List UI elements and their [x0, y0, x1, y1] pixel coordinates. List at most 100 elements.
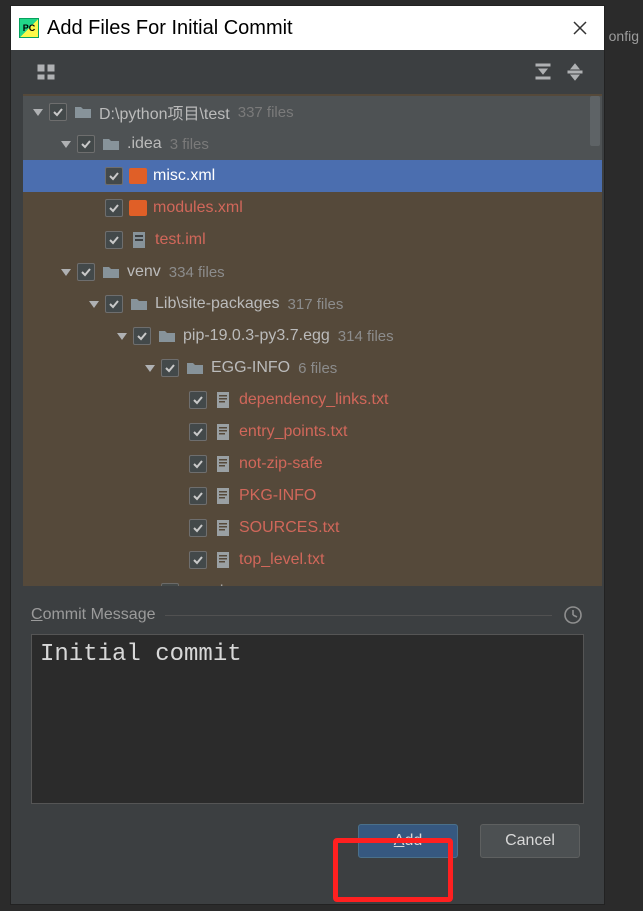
divider: [165, 615, 552, 616]
node-label: top_level.txt: [239, 551, 324, 569]
add-button[interactable]: Add: [358, 824, 458, 858]
node-label: pip-19.0.3-py3.7.egg: [183, 327, 330, 345]
folder-icon: [73, 102, 93, 122]
checkbox[interactable]: [77, 135, 95, 153]
folder-icon: [185, 582, 205, 586]
checkbox[interactable]: [161, 359, 179, 377]
checkbox[interactable]: [105, 199, 123, 217]
expand-all-icon: [534, 63, 552, 81]
tree-row[interactable]: venv 334 files: [23, 256, 602, 288]
node-label: D:\python项目\test: [99, 100, 230, 124]
node-label: SOURCES.txt: [239, 519, 339, 537]
text-file-icon: [213, 518, 233, 538]
node-label: PKG-INFO: [239, 487, 316, 505]
checkbox[interactable]: [189, 455, 207, 473]
tree-scrollbar[interactable]: [590, 96, 600, 146]
node-meta: 337 files: [238, 104, 294, 121]
iml-file-icon: [129, 230, 149, 250]
commit-message-label: Commit Message: [31, 606, 155, 624]
expand-all-button[interactable]: [530, 59, 556, 85]
checkbox[interactable]: [49, 103, 67, 121]
chevron-down-icon[interactable]: [141, 359, 159, 377]
node-meta: 3 files: [170, 136, 209, 153]
node-label: EGG-INFO: [211, 359, 290, 377]
chevron-down-icon[interactable]: [29, 103, 47, 121]
node-label: pip: [211, 583, 232, 586]
tree-row[interactable]: modules.xml: [23, 192, 602, 224]
text-file-icon: [213, 390, 233, 410]
tree-row[interactable]: .idea 3 files: [23, 128, 602, 160]
tree-row[interactable]: not-zip-safe: [23, 448, 602, 480]
tree-row[interactable]: pip 308 files: [23, 576, 602, 586]
node-label: venv: [127, 263, 161, 281]
folder-icon: [185, 358, 205, 378]
node-meta: 6 files: [298, 360, 337, 377]
node-label: entry_points.txt: [239, 423, 348, 441]
tree-row[interactable]: test.iml: [23, 224, 602, 256]
file-tree[interactable]: D:\python项目\test 337 files .idea 3 files mis…: [23, 94, 602, 586]
group-by-icon: [37, 63, 55, 81]
tree-row[interactable]: top_level.txt: [23, 544, 602, 576]
node-meta: 317 files: [288, 296, 344, 313]
checkbox[interactable]: [189, 487, 207, 505]
close-button[interactable]: [566, 14, 594, 42]
node-label: misc.xml: [153, 167, 215, 185]
checkbox[interactable]: [133, 327, 151, 345]
cancel-button[interactable]: Cancel: [480, 824, 580, 858]
commit-message-input[interactable]: [31, 634, 584, 804]
commit-message-header: Commit Message: [11, 586, 604, 634]
titlebar: PC Add Files For Initial Commit: [11, 6, 604, 50]
group-by-button[interactable]: [33, 59, 59, 85]
history-icon: [563, 605, 583, 625]
tree-row[interactable]: D:\python项目\test 337 files: [23, 96, 602, 128]
folder-icon: [101, 134, 121, 154]
text-file-icon: [213, 550, 233, 570]
text-file-icon: [213, 454, 233, 474]
node-meta: 314 files: [338, 328, 394, 345]
dialog-toolbar: [11, 50, 604, 94]
node-label: .idea: [127, 135, 162, 153]
xml-file-icon: [129, 200, 147, 216]
tree-row[interactable]: Lib\site-packages 317 files: [23, 288, 602, 320]
dialog-button-row: Add Cancel: [11, 804, 604, 876]
tree-row[interactable]: entry_points.txt: [23, 416, 602, 448]
dialog-title: Add Files For Initial Commit: [47, 17, 566, 40]
folder-icon: [129, 294, 149, 314]
node-label: not-zip-safe: [239, 455, 323, 473]
background-config-label: onfig: [609, 28, 639, 44]
tree-row[interactable]: dependency_links.txt: [23, 384, 602, 416]
checkbox[interactable]: [161, 583, 179, 586]
node-label: Lib\site-packages: [155, 295, 280, 313]
node-meta: 308 files: [240, 584, 296, 587]
chevron-down-icon[interactable]: [57, 135, 75, 153]
checkbox[interactable]: [105, 231, 123, 249]
tree-row[interactable]: EGG-INFO 6 files: [23, 352, 602, 384]
chevron-down-icon[interactable]: [85, 295, 103, 313]
folder-icon: [101, 262, 121, 282]
text-file-icon: [213, 422, 233, 442]
node-meta: 334 files: [169, 264, 225, 281]
checkbox[interactable]: [189, 519, 207, 537]
collapse-all-button[interactable]: [562, 59, 588, 85]
checkbox[interactable]: [77, 263, 95, 281]
node-label: modules.xml: [153, 199, 243, 217]
chevron-down-icon[interactable]: [113, 327, 131, 345]
tree-row[interactable]: PKG-INFO: [23, 480, 602, 512]
node-label: test.iml: [155, 231, 206, 249]
checkbox[interactable]: [189, 391, 207, 409]
tree-row[interactable]: pip-19.0.3-py3.7.egg 314 files: [23, 320, 602, 352]
close-icon: [572, 20, 588, 36]
checkbox[interactable]: [189, 551, 207, 569]
checkbox[interactable]: [105, 167, 123, 185]
xml-file-icon: [129, 168, 147, 184]
collapse-all-icon: [566, 63, 584, 81]
checkbox[interactable]: [189, 423, 207, 441]
chevron-down-icon[interactable]: [141, 583, 159, 586]
folder-icon: [157, 326, 177, 346]
tree-row[interactable]: misc.xml: [23, 160, 602, 192]
commit-history-button[interactable]: [562, 604, 584, 626]
checkbox[interactable]: [105, 295, 123, 313]
text-file-icon: [213, 486, 233, 506]
tree-row[interactable]: SOURCES.txt: [23, 512, 602, 544]
chevron-down-icon[interactable]: [57, 263, 75, 281]
